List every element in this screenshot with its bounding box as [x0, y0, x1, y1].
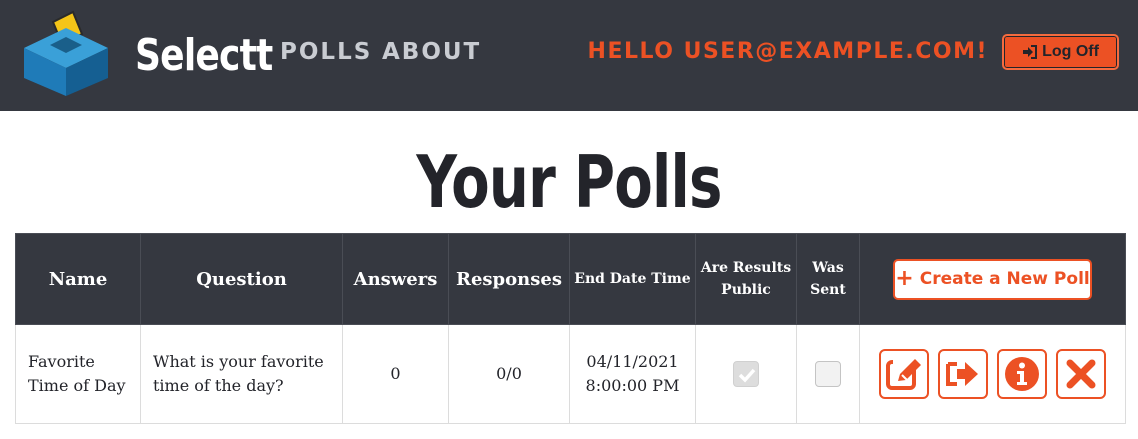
cell-poll-name: Favorite Time of Day [15, 324, 141, 424]
send-poll-button[interactable] [938, 349, 988, 399]
edit-poll-button[interactable] [879, 349, 929, 399]
cell-end-date-time: 04/11/2021 8:00:00 PM [569, 324, 696, 424]
cell-answers: 0 [342, 324, 449, 424]
plus-icon: + [895, 266, 914, 291]
send-icon [946, 362, 978, 386]
log-off-button[interactable]: Log Off [1002, 34, 1119, 70]
table-row: Favorite Time of Day What is your favori… [15, 324, 1126, 424]
column-header-question[interactable]: Question [140, 233, 343, 325]
brand-name: Selectt [135, 30, 273, 81]
log-off-label: Log Off [1042, 43, 1099, 60]
column-header-end-date-time[interactable]: End Date Time [569, 233, 696, 325]
checkmark-icon [738, 368, 756, 383]
column-header-responses[interactable]: Responses [448, 233, 570, 325]
cell-responses: 0/0 [448, 324, 570, 424]
column-header-results-public[interactable]: Are Results Public [695, 233, 797, 325]
delete-poll-button[interactable] [1056, 349, 1106, 399]
delete-icon [1066, 359, 1096, 389]
column-header-name[interactable]: Name [15, 233, 141, 325]
column-header-was-sent[interactable]: Was Sent [796, 233, 860, 325]
sign-out-icon [1023, 45, 1038, 59]
user-greeting: HELLO USER@EXAMPLE.COM! [587, 39, 988, 64]
cell-results-public [695, 324, 797, 424]
page-title: Your Polls [416, 140, 722, 224]
brand-link[interactable]: Selectt [20, 8, 273, 100]
create-poll-label: Create a New Poll [919, 269, 1090, 289]
nav-polls-link[interactable]: POLLS [280, 38, 372, 66]
info-icon [1005, 357, 1039, 391]
row-actions [860, 349, 1125, 399]
ballot-box-logo-icon [24, 10, 108, 96]
end-time: 8:00:00 PM [585, 376, 680, 395]
end-date: 04/11/2021 [586, 352, 679, 371]
table-header-row: Name Question Answers Responses End Date… [15, 233, 1126, 325]
column-header-actions: + Create a New Poll [859, 233, 1126, 325]
cell-was-sent [796, 324, 860, 424]
nav-about-link[interactable]: ABOUT [382, 38, 481, 66]
edit-icon [886, 359, 923, 390]
cell-poll-question: What is your favorite time of the day? [140, 324, 343, 424]
create-poll-button[interactable]: + Create a New Poll [893, 258, 1092, 300]
was-sent-checkbox[interactable] [815, 361, 841, 387]
polls-table: Name Question Answers Responses End Date… [15, 233, 1126, 424]
results-public-checkbox[interactable] [733, 361, 759, 387]
cell-actions [859, 324, 1126, 424]
poll-info-button[interactable] [997, 349, 1047, 399]
column-header-answers[interactable]: Answers [342, 233, 449, 325]
top-navbar: Selectt POLLS ABOUT HELLO USER@EXAMPLE.C… [0, 0, 1138, 111]
